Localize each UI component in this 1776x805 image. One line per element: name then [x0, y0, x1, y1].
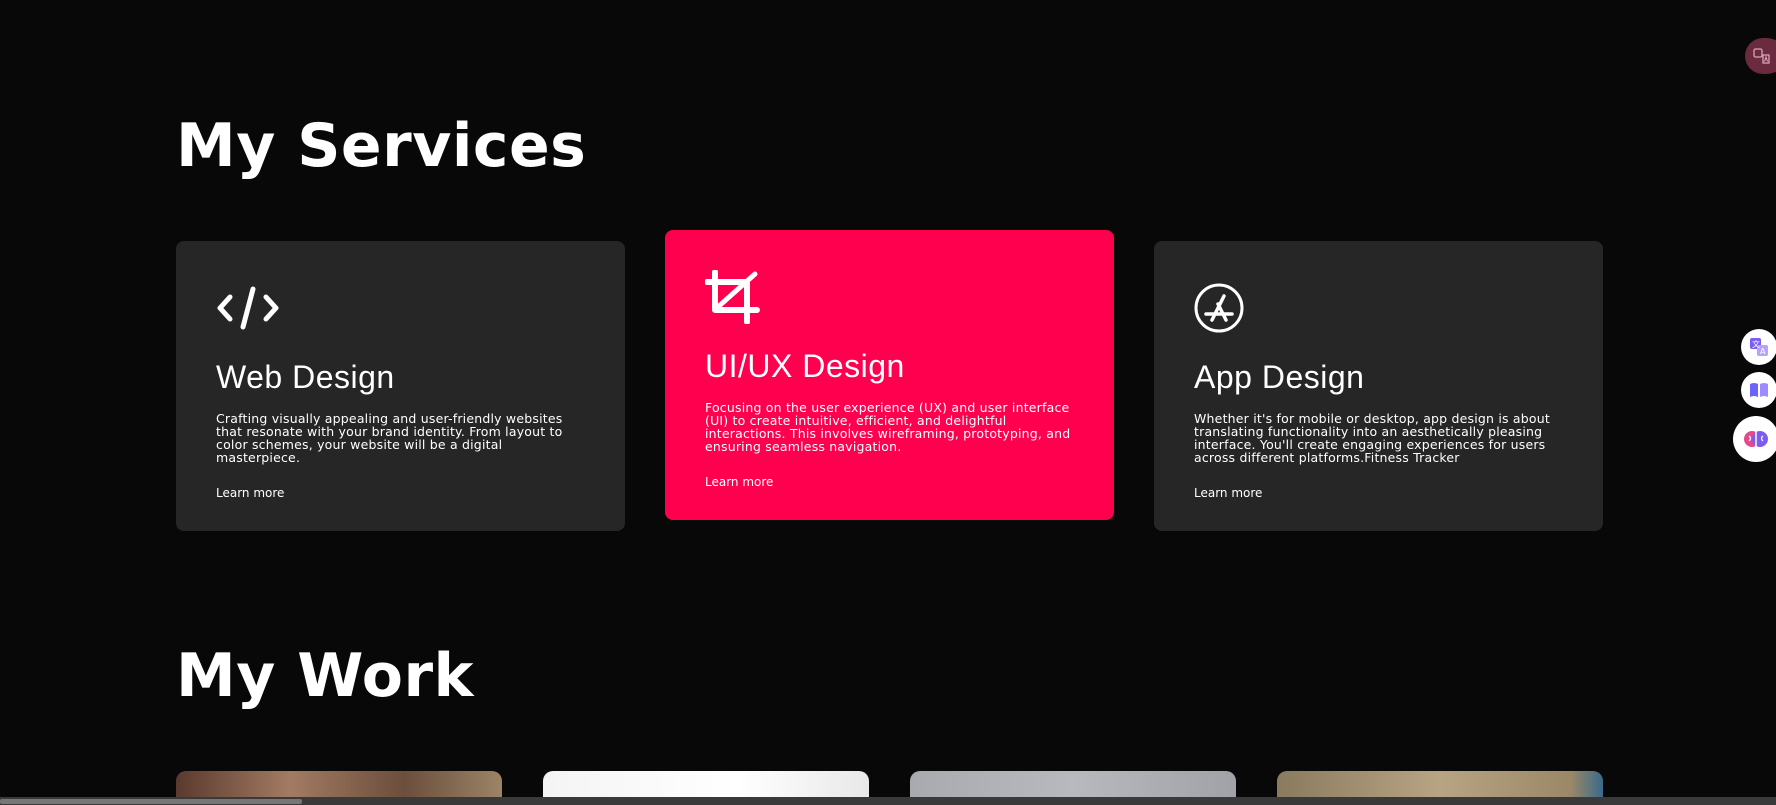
- brain-icon[interactable]: [1733, 416, 1776, 462]
- book-icon: [1750, 383, 1768, 397]
- scrollbar-thumb[interactable]: [0, 799, 302, 804]
- translate-icon[interactable]: [1745, 38, 1776, 74]
- translate-icon[interactable]: 文 A: [1741, 329, 1776, 365]
- service-card-web-design[interactable]: Web Design Crafting visually appealing a…: [176, 241, 625, 531]
- svg-text:A: A: [1760, 347, 1766, 356]
- service-card-description: Focusing on the user experience (UX) and…: [705, 400, 1071, 454]
- learn-more-link[interactable]: Learn more: [216, 486, 284, 500]
- service-card-ui-ux-design[interactable]: UI/UX Design Focusing on the user experi…: [665, 230, 1114, 520]
- service-card-title: UI/UX Design: [705, 348, 905, 384]
- service-card-description: Whether it's for mobile or desktop, app …: [1194, 411, 1550, 465]
- brain-glyph-icon: [1744, 431, 1768, 447]
- translate-glyph-icon: [1753, 48, 1770, 64]
- app-store-icon: [1194, 283, 1244, 333]
- learn-more-link[interactable]: Learn more: [705, 475, 773, 489]
- crop-icon: [705, 270, 760, 324]
- code-icon: [217, 286, 279, 330]
- service-card-description: Crafting visually appealing and user-fri…: [216, 411, 563, 465]
- translate-glyph-icon: 文 A: [1750, 338, 1768, 356]
- learn-more-link[interactable]: Learn more: [1194, 486, 1262, 500]
- service-card-title: App Design: [1194, 359, 1365, 395]
- service-card-app-design[interactable]: App Design Whether it's for mobile or de…: [1154, 241, 1603, 531]
- service-card-title: Web Design: [216, 359, 395, 395]
- services-title: My Services: [176, 111, 587, 181]
- reader-icon[interactable]: [1741, 372, 1776, 408]
- page: My Services Web Design Crafting visually…: [0, 0, 1776, 805]
- work-title: My Work: [176, 641, 474, 711]
- svg-text:文: 文: [1752, 339, 1760, 349]
- horizontal-scrollbar[interactable]: [0, 797, 1776, 805]
